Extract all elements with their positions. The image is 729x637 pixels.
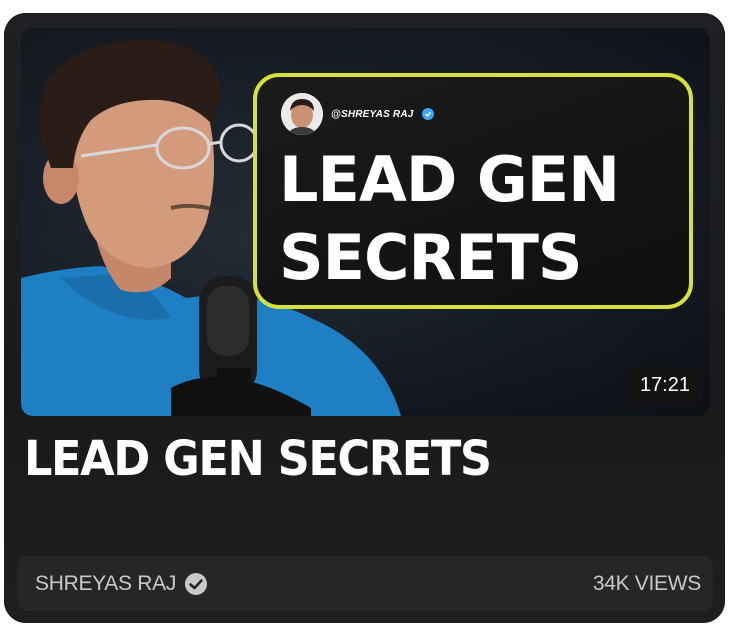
thumbnail-title-box: @SHREYAS RAJ LEAD GEN SECRETS: [253, 73, 693, 309]
check-circle-icon: [184, 572, 208, 596]
channel-link[interactable]: SHREYAS RAJ: [35, 572, 208, 596]
thumbnail-headline-line1: LEAD GEN: [279, 143, 620, 216]
channel-name: SHREYAS RAJ: [35, 572, 177, 595]
video-meta-bar: SHREYAS RAJ 34K VIEWS: [17, 556, 713, 611]
view-count: 34K VIEWS: [592, 572, 701, 595]
duration-badge: 17:21: [627, 367, 702, 404]
video-title[interactable]: LEAD GEN SECRETS: [24, 431, 492, 487]
thumbnail-channel-row: @SHREYAS RAJ: [281, 93, 434, 135]
video-thumbnail[interactable]: @SHREYAS RAJ LEAD GEN SECRETS 17:21: [21, 28, 710, 416]
thumbnail-headline-line2: SECRETS: [279, 221, 583, 294]
thumbnail-headline: LEAD GEN SECRETS: [279, 141, 679, 297]
thumbnail-handle: @SHREYAS RAJ: [331, 108, 414, 120]
thumbnail-avatar: [281, 93, 323, 135]
video-card[interactable]: @SHREYAS RAJ LEAD GEN SECRETS 17:21 LEAD…: [4, 13, 725, 623]
verified-badge-icon: [421, 108, 434, 120]
